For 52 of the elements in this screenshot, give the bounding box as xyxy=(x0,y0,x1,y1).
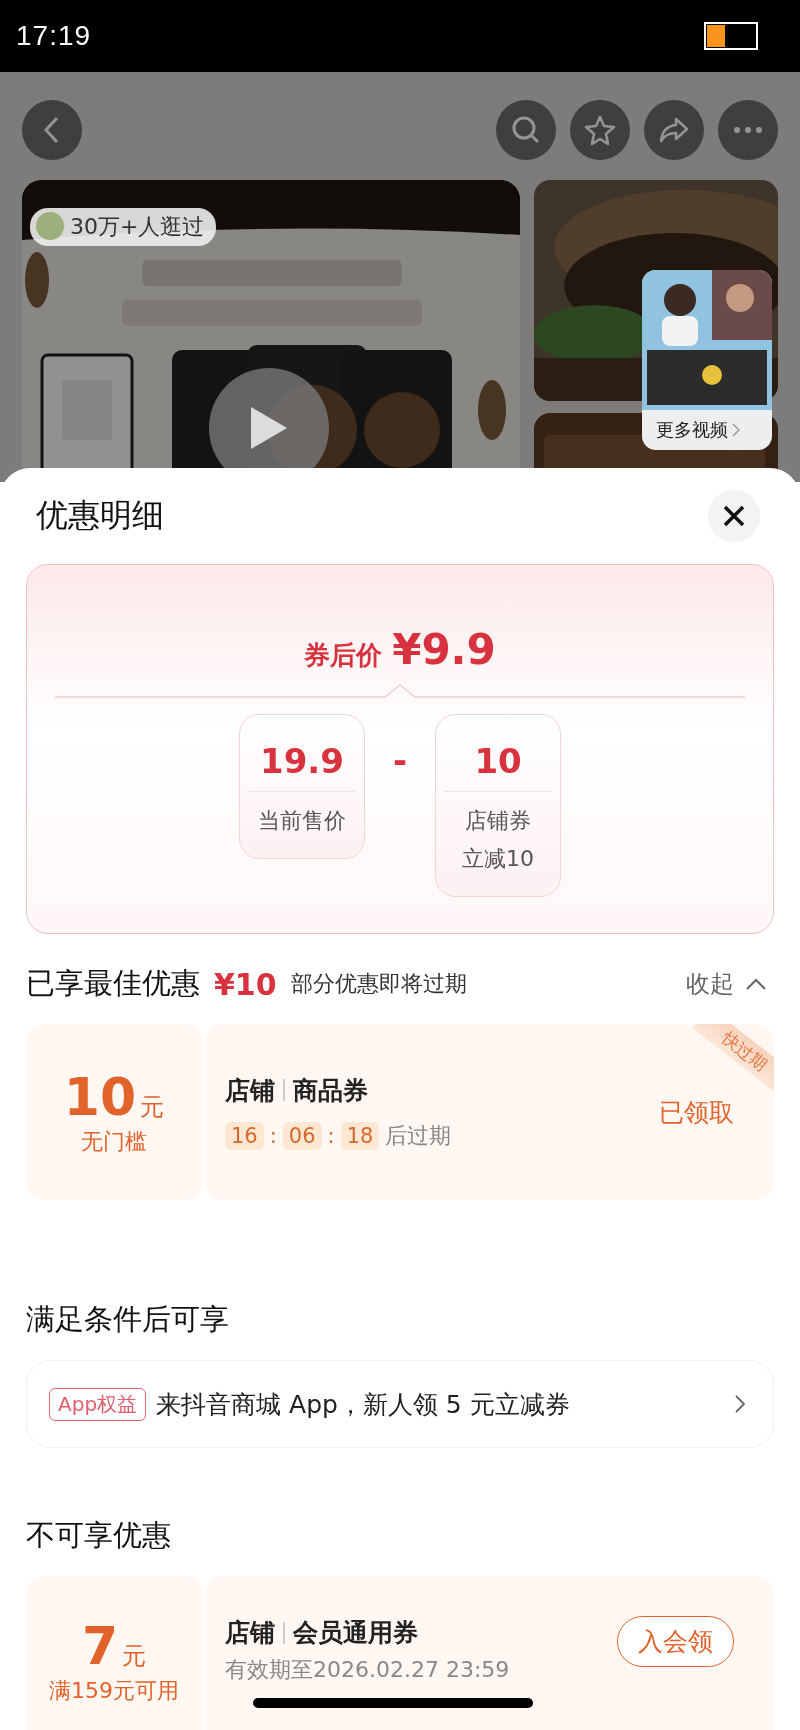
coupon-scope: 店铺 xyxy=(225,1074,275,1107)
share-button[interactable] xyxy=(644,100,704,160)
term-value: 19.9 xyxy=(248,741,355,792)
coupon-condition: 满159元可用 xyxy=(49,1677,179,1705)
coupon-amount: 10 xyxy=(63,1067,137,1127)
favorite-button[interactable] xyxy=(570,100,630,160)
more-videos-label: 更多视频 xyxy=(656,418,728,442)
countdown-separator: : xyxy=(327,1123,335,1148)
sheet-title: 优惠明细 xyxy=(36,495,164,536)
status-time: 17:19 xyxy=(16,20,92,52)
star-icon xyxy=(584,114,616,146)
coupon-scope: 店铺 xyxy=(225,1617,275,1649)
app-offer-row[interactable]: App权益 来抖音商城 App，新人领 5 元立减券 xyxy=(26,1360,774,1448)
minus-sign: - xyxy=(392,740,408,780)
countdown-separator: : xyxy=(269,1123,277,1148)
battery-icon xyxy=(704,22,760,50)
offer-text: 来抖音商城 App，新人领 5 元立减券 xyxy=(156,1388,571,1421)
coupon-unit: 元 xyxy=(122,1641,147,1672)
countdown-suffix: 后过期 xyxy=(385,1121,452,1150)
search-icon xyxy=(510,114,542,146)
chevron-right-icon xyxy=(732,423,740,437)
best-discount-amount: ¥10 xyxy=(214,966,277,1002)
section-title: 已享最佳优惠 xyxy=(26,965,200,1002)
term-value: 10 xyxy=(445,741,552,792)
coupon-validity: 有效期至2026.02.27 23:59 xyxy=(225,1656,511,1684)
claimed-status: 已领取 xyxy=(659,1096,734,1129)
offer-tag: App权益 xyxy=(49,1387,147,1421)
term-label: 当前售价 xyxy=(257,807,346,835)
chevron-up-icon xyxy=(746,978,766,990)
collapse-toggle[interactable]: 收起 xyxy=(686,968,774,1000)
section-title: 不可享优惠 xyxy=(26,1517,171,1554)
coupon-type: 商品券 xyxy=(292,1074,368,1107)
back-button[interactable] xyxy=(22,100,82,160)
expiry-note: 部分优惠即将过期 xyxy=(290,970,467,998)
coupon-condition: 无门槛 xyxy=(81,1128,147,1156)
after-coupon-price: ¥9.9 xyxy=(392,625,496,674)
countdown-digits: 06 xyxy=(282,1121,322,1150)
coupon-amount: 7 xyxy=(81,1616,119,1676)
term-label: 店铺券 xyxy=(465,807,532,835)
more-icon xyxy=(733,126,763,134)
section-title: 满足条件后可享 xyxy=(26,1301,229,1338)
coupon-type: 会员通用券 xyxy=(292,1617,418,1649)
close-button[interactable] xyxy=(708,490,760,542)
coupon-unit: 元 xyxy=(140,1092,165,1123)
search-button[interactable] xyxy=(496,100,556,160)
chevron-right-icon xyxy=(735,1395,745,1413)
more-button[interactable] xyxy=(718,100,778,160)
after-coupon-label: 券后价 xyxy=(304,639,383,672)
close-icon xyxy=(723,505,745,527)
term-note: 立减10 xyxy=(462,845,535,873)
countdown-digits: 18 xyxy=(340,1121,380,1150)
countdown-digits: 16 xyxy=(225,1121,264,1150)
